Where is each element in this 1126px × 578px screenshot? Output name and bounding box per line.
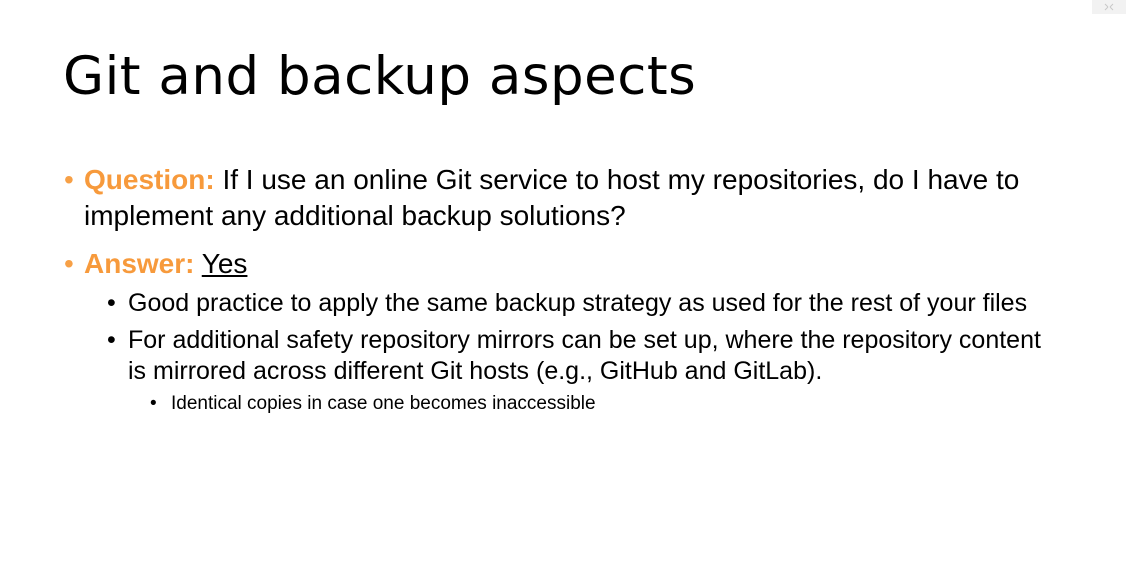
- question-text: If I use an online Git service to host m…: [84, 164, 1020, 231]
- bullet-icon: •: [107, 326, 116, 354]
- bullet-icon: •: [64, 164, 74, 195]
- bullet-icon: •: [150, 393, 157, 414]
- answer-label: Answer:: [84, 248, 195, 279]
- subsubitem-text: Identical copies in case one becomes ina…: [171, 393, 596, 414]
- slide: Git and backup aspects • Question: If I …: [0, 0, 1126, 578]
- question-label: Question:: [84, 164, 215, 195]
- answer-subsubitem: • Identical copies in case one becomes i…: [150, 391, 1063, 417]
- bullet-icon: •: [64, 248, 74, 279]
- answer-subitem: • For additional safety repository mirro…: [107, 325, 1063, 387]
- slide-title: Git and backup aspects: [63, 46, 697, 107]
- answer-item: • Answer: Yes: [63, 246, 1063, 282]
- slide-body: • Question: If I use an online Git servi…: [63, 162, 1063, 417]
- expand-icon: [1104, 3, 1114, 11]
- subitem-text: For additional safety repository mirrors…: [128, 326, 1041, 385]
- bullet-icon: •: [107, 289, 116, 317]
- question-item: • Question: If I use an online Git servi…: [63, 162, 1063, 234]
- answer-value: Yes: [201, 248, 248, 279]
- expand-button[interactable]: [1092, 0, 1126, 14]
- answer-subitem: • Good practice to apply the same backup…: [107, 288, 1063, 319]
- subitem-text: Good practice to apply the same backup s…: [128, 289, 1028, 317]
